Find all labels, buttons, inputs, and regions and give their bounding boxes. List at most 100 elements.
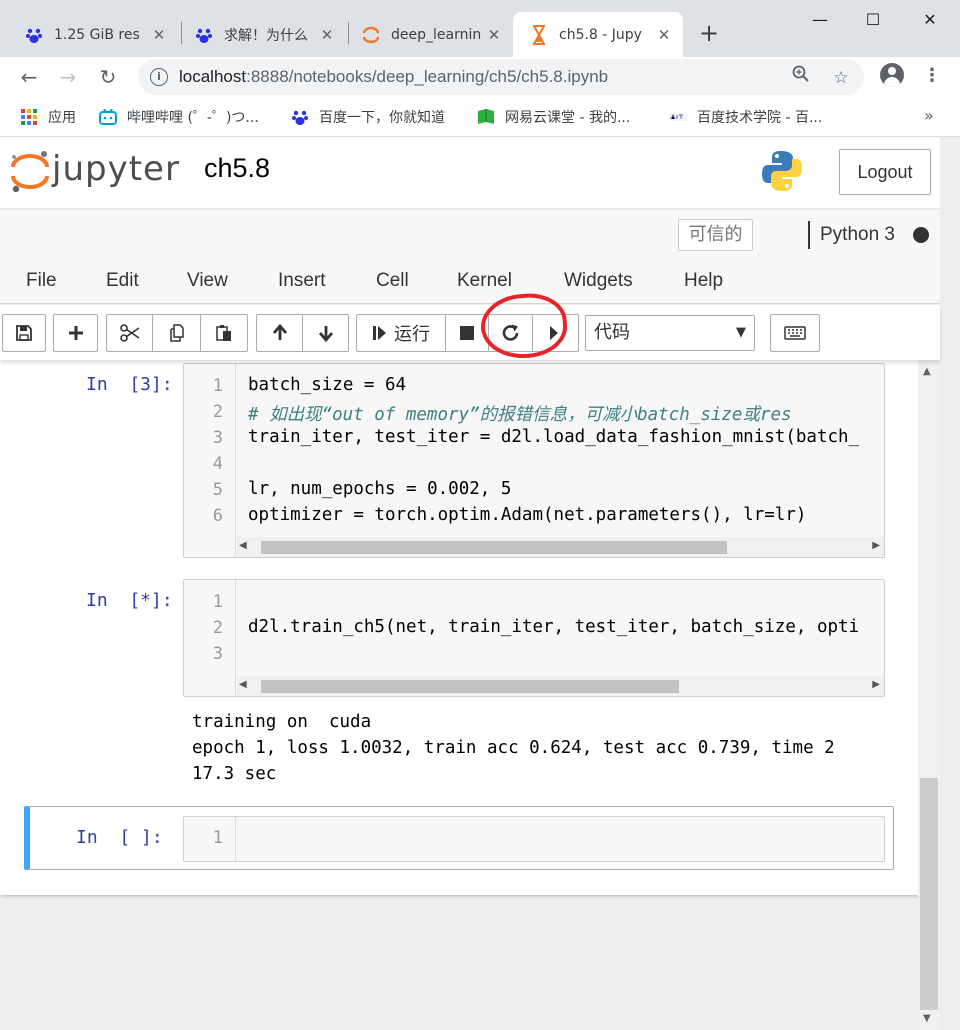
horizontal-scrollbar[interactable]: ◀ ▶ xyxy=(237,676,884,696)
trusted-indicator[interactable]: 可信的 xyxy=(678,219,753,251)
paste-button[interactable] xyxy=(200,314,248,352)
move-down-button[interactable] xyxy=(302,314,349,352)
scrollbar-thumb[interactable] xyxy=(261,680,679,693)
code-cell-1[interactable]: 1 2 3 4 5 6 batch_size = 64 # 如出现“out of… xyxy=(183,363,885,558)
cell-output-line: epoch 1, loss 1.0032, train acc 0.624, t… xyxy=(192,738,835,758)
menu-help[interactable]: Help xyxy=(684,270,723,292)
chevron-down-icon: ▼ xyxy=(736,325,746,340)
scroll-down-icon[interactable]: ▼ xyxy=(923,1013,931,1024)
url-text[interactable]: localhost:8888/notebooks/deep_learning/c… xyxy=(179,67,608,87)
site-info-icon[interactable]: i xyxy=(150,68,168,86)
logout-button[interactable]: Logout xyxy=(839,149,931,195)
bookmark-apps[interactable]: 应用 xyxy=(20,107,76,127)
run-button[interactable]: 运行 xyxy=(356,314,446,352)
baidu-paw-icon xyxy=(24,25,44,45)
browser-tab-4-active[interactable]: ch5.8 - Jupy ✕ xyxy=(513,12,683,57)
jupyter-logo-icon[interactable] xyxy=(8,149,52,193)
browser-tab-2[interactable]: 求解！为什么 ✕ xyxy=(178,12,346,57)
save-icon xyxy=(16,325,32,341)
code-cell-2[interactable]: 1 2 3 d2l.train_ch5(net, train_iter, tes… xyxy=(183,579,885,697)
reload-icon[interactable]: ↻ xyxy=(93,62,123,92)
step-forward-icon xyxy=(373,326,386,340)
browser-menu-icon[interactable]: ⋮ xyxy=(920,64,944,88)
bilibili-icon xyxy=(99,108,117,126)
browser-tab-1[interactable]: 1.25 GiB res ✕ xyxy=(8,12,178,57)
line-number-gutter: 1 xyxy=(184,817,236,861)
bookmarks-overflow-button[interactable]: » xyxy=(924,106,934,125)
copy-icon xyxy=(169,324,184,342)
code-line[interactable]: # 如出现“out of memory”的报错信息，可减小batch_size或… xyxy=(248,401,792,426)
code-cell-3[interactable]: 1 xyxy=(183,816,885,862)
code-line[interactable]: batch_size = 64 xyxy=(248,375,406,395)
close-tab-icon[interactable]: ✕ xyxy=(148,26,170,44)
code-line[interactable]: d2l.train_ch5(net, train_iter, test_iter… xyxy=(248,617,859,637)
maximize-button[interactable]: ☐ xyxy=(853,6,893,34)
menubar-container: 可信的 Python 3 File Edit View Insert Cell … xyxy=(0,210,940,304)
baidu-paw-icon xyxy=(291,108,309,126)
kernel-name[interactable]: Python 3 xyxy=(808,221,895,249)
kernel-busy-indicator-icon xyxy=(913,227,929,243)
bookmark-star-icon[interactable]: ☆ xyxy=(828,65,854,91)
line-number-gutter: 1 2 3 xyxy=(184,580,236,696)
cut-button[interactable] xyxy=(106,314,153,352)
restart-kernel-button[interactable] xyxy=(488,314,533,352)
move-up-button[interactable] xyxy=(256,314,303,352)
profile-avatar-icon[interactable] xyxy=(880,63,904,87)
close-tab-icon[interactable]: ✕ xyxy=(316,26,338,44)
interrupt-kernel-button[interactable] xyxy=(445,314,489,352)
menu-insert[interactable]: Insert xyxy=(278,270,326,292)
menu-kernel[interactable]: Kernel xyxy=(457,270,512,292)
code-line[interactable]: lr, num_epochs = 0.002, 5 xyxy=(248,479,511,499)
bookmark-netease[interactable]: 网易云课堂 - 我的... xyxy=(477,107,630,127)
close-tab-icon[interactable]: ✕ xyxy=(483,26,505,44)
restart-icon xyxy=(502,324,518,341)
notebook-container: In [3]: 1 2 3 4 5 6 batch_size = 64 # 如出… xyxy=(0,360,918,895)
code-line[interactable]: train_iter, test_iter = d2l.load_data_fa… xyxy=(248,427,859,447)
close-tab-icon[interactable]: ✕ xyxy=(653,26,675,44)
zoom-icon[interactable] xyxy=(788,65,814,91)
cell-prompt: In [3]: xyxy=(86,374,173,395)
insert-cell-button[interactable] xyxy=(53,314,98,352)
jupyter-favicon-icon xyxy=(361,25,381,45)
browser-tab-strip: 1.25 GiB res ✕ 求解！为什么 ✕ deep_learnin ✕ c… xyxy=(0,0,960,57)
scroll-left-icon[interactable]: ◀ xyxy=(239,540,247,551)
notebook-name[interactable]: ch5.8 xyxy=(204,153,270,184)
scroll-right-icon[interactable]: ▶ xyxy=(872,679,880,690)
forward-arrow-icon[interactable]: → xyxy=(53,62,83,92)
scrollbar-thumb[interactable] xyxy=(261,541,727,554)
restart-run-all-button[interactable] xyxy=(532,314,579,352)
baidu-paw-icon xyxy=(194,25,214,45)
page-vertical-scrollbar[interactable]: ▲ ▼ xyxy=(918,360,940,1030)
menu-widgets[interactable]: Widgets xyxy=(564,270,633,292)
cell-output-line: 17.3 sec xyxy=(192,764,277,784)
address-bar[interactable]: i localhost:8888/notebooks/deep_learning… xyxy=(138,59,864,95)
copy-button[interactable] xyxy=(152,314,201,352)
menu-view[interactable]: View xyxy=(187,270,228,292)
horizontal-scrollbar[interactable]: ◀ ▶ xyxy=(237,537,884,557)
cell-prompt: In [*]: xyxy=(86,590,173,611)
minimize-button[interactable]: — xyxy=(800,6,840,34)
close-window-button[interactable]: ✕ xyxy=(910,6,950,34)
scroll-right-icon[interactable]: ▶ xyxy=(872,540,880,551)
code-line[interactable]: optimizer = torch.optim.Adam(net.paramet… xyxy=(248,505,806,525)
scrollbar-thumb[interactable] xyxy=(920,778,938,1010)
menu-cell[interactable]: Cell xyxy=(376,270,409,292)
jupyter-logo-text: jupyter xyxy=(52,149,180,189)
menu-edit[interactable]: Edit xyxy=(106,270,139,292)
new-tab-button[interactable]: + xyxy=(694,18,724,48)
apps-grid-icon xyxy=(20,108,38,126)
bookmark-baidu-tech[interactable]: 百度技术学院 - 百... xyxy=(669,107,822,127)
browser-tab-3[interactable]: deep_learnin ✕ xyxy=(345,12,513,57)
scissors-icon xyxy=(119,324,139,342)
scroll-up-icon[interactable]: ▲ xyxy=(923,366,931,377)
command-palette-button[interactable] xyxy=(770,314,820,352)
scroll-left-icon[interactable]: ◀ xyxy=(239,679,247,690)
keyboard-icon xyxy=(784,326,806,340)
cell-type-select[interactable]: 代码 ▼ xyxy=(585,315,755,351)
back-arrow-icon[interactable]: ← xyxy=(14,62,44,92)
bookmark-baidu[interactable]: 百度一下，你就知道 xyxy=(291,107,445,127)
menu-file[interactable]: File xyxy=(26,270,57,292)
bookmark-bilibili[interactable]: 哔哩哔哩 (゜-゜)つ... xyxy=(99,107,259,127)
hourglass-icon xyxy=(529,24,549,45)
save-button[interactable] xyxy=(2,314,46,352)
